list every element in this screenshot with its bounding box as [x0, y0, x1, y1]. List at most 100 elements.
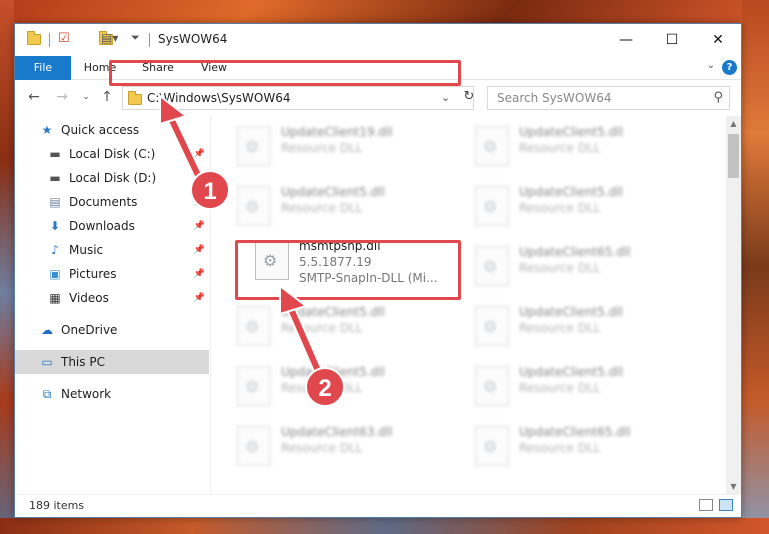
sidebar-item-label: Local Disk (D:) [69, 171, 157, 185]
navigation-bar: ← → ⌄ ↑ C:\Windows\SysWOW64 ⌄ ↻ Search S… [15, 81, 741, 115]
refresh-icon[interactable]: ↻ [461, 89, 477, 104]
sidebar-item-pictures[interactable]: ▣ Pictures 📌 [15, 262, 209, 286]
sidebar-item-videos[interactable]: ▦ Videos 📌 [15, 286, 209, 310]
drive-icon: ▬ [49, 171, 61, 185]
search-icon[interactable]: ⚲ [713, 90, 723, 105]
sidebar-item-network[interactable]: ⧉ Network [15, 382, 209, 406]
file-name: UpdateClient5.dll [281, 185, 385, 199]
search-placeholder: Search SysWOW64 [497, 91, 612, 105]
file-type: Resource DLL [519, 201, 601, 215]
file-type: Resource DLL [519, 261, 601, 275]
step-2-badge: 2 [305, 367, 345, 407]
item-count: 189 items [29, 499, 85, 512]
folder-icon [128, 91, 142, 105]
file-item[interactable]: UpdateClient5.dll Resource DLL [231, 180, 446, 232]
download-icon: ⬇ [49, 219, 61, 233]
dll-file-icon [237, 186, 271, 226]
pin-icon: 📌 [193, 293, 205, 303]
file-type: Resource DLL [281, 321, 363, 335]
file-item[interactable]: UpdateClient65.dll Resource DLL [469, 240, 684, 292]
file-name: UpdateClient5.dll [519, 365, 623, 379]
file-item[interactable]: UpdateClient5.dll Resource DLL [469, 360, 684, 412]
pin-icon: 📌 [193, 149, 205, 159]
file-item[interactable]: UpdateClient5.dll Resource DLL [469, 120, 684, 172]
drive-icon: ▬ [49, 147, 61, 161]
sidebar-item-local-disk-c[interactable]: ▬ Local Disk (C:) 📌 [15, 142, 209, 166]
chevron-down-icon[interactable]: ⌄ [441, 91, 450, 104]
scrollbar-thumb[interactable] [728, 134, 739, 178]
sidebar-item-label: Network [61, 387, 112, 401]
tab-file[interactable]: File [15, 56, 71, 80]
dll-file-icon [237, 306, 271, 346]
dll-file-icon [475, 366, 509, 406]
file-name: UpdateClient5.dll [519, 125, 623, 139]
dll-file-icon [237, 126, 271, 166]
file-type: Resource DLL [519, 441, 601, 455]
sidebar-item-this-pc[interactable]: ▭ This PC [15, 350, 209, 374]
sidebar-item-onedrive[interactable]: ☁ OneDrive [15, 318, 209, 342]
sidebar-item-label: Downloads [69, 219, 135, 233]
file-type: Resource DLL [281, 141, 363, 155]
file-item[interactable]: UpdateClient5.dll Resource DLL [469, 180, 684, 232]
details-view-icon[interactable] [699, 499, 713, 511]
document-icon: ▤ [49, 195, 61, 209]
maximize-button[interactable]: ☐ [649, 24, 695, 56]
file-name: UpdateClient5.dll [519, 185, 623, 199]
address-path[interactable]: C:\Windows\SysWOW64 [147, 91, 291, 105]
sidebar-item-downloads[interactable]: ⬇ Downloads 📌 [15, 214, 209, 238]
dll-file-icon [475, 126, 509, 166]
status-bar: 189 items [15, 494, 741, 517]
file-name: UpdateClient63.dll [281, 425, 393, 439]
file-item[interactable]: UpdateClient63.dll Resource DLL [231, 420, 446, 472]
scroll-up-icon[interactable]: ▲ [726, 116, 741, 131]
file-item[interactable]: UpdateClient65.dll Resource DLL [469, 420, 684, 472]
up-arrow-icon[interactable]: ↑ [98, 89, 116, 105]
properties-icon[interactable]: ☑ [58, 31, 70, 47]
window-title: SysWOW64 [158, 32, 228, 46]
sidebar-item-label: This PC [61, 355, 105, 369]
file-highlight [235, 240, 461, 300]
file-type: Resource DLL [519, 141, 601, 155]
large-icons-view-icon[interactable] [719, 499, 733, 511]
sidebar-item-label: Local Disk (C:) [69, 147, 156, 161]
help-icon[interactable]: ? [722, 60, 737, 75]
sidebar-item-music[interactable]: ♪ Music 📌 [15, 238, 209, 262]
dll-file-icon [475, 426, 509, 466]
customize-toolbar-icon[interactable]: ▤▾ [101, 31, 118, 47]
sidebar-item-label: Documents [69, 195, 138, 209]
file-item[interactable]: UpdateClient19.dll Resource DLL [231, 120, 446, 172]
navigation-pane: ★ Quick access ▬ Local Disk (C:) 📌 ▬ Loc… [15, 116, 210, 494]
expand-ribbon-icon[interactable]: ⌄ [707, 60, 715, 71]
vertical-scrollbar[interactable]: ▲ ▼ [726, 116, 741, 494]
back-arrow-icon[interactable]: ← [25, 89, 43, 105]
scroll-down-icon[interactable]: ▼ [726, 479, 741, 494]
file-item[interactable]: UpdateClient5.dll Resource DLL [469, 300, 684, 352]
close-button[interactable]: ✕ [695, 24, 741, 56]
sidebar-item-quick-access[interactable]: ★ Quick access [15, 118, 209, 142]
step-1-badge: 1 [190, 170, 230, 210]
file-list: UpdateClient19.dll Resource DLL UpdateCl… [211, 116, 726, 494]
pin-icon: 📌 [193, 221, 205, 231]
sidebar-item-label: Music [69, 243, 104, 257]
file-name: UpdateClient5.dll [519, 305, 623, 319]
address-bar[interactable]: C:\Windows\SysWOW64 ⌄ ↻ [122, 86, 474, 110]
pin-icon: 📌 [193, 245, 205, 255]
music-icon: ♪ [51, 243, 59, 257]
file-name: UpdateClient19.dll [281, 125, 393, 139]
sidebar-item-local-disk-d[interactable]: ▬ Local Disk (D:) [15, 166, 209, 190]
minimize-button[interactable]: — [603, 24, 649, 56]
forward-arrow-icon[interactable]: → [53, 89, 71, 105]
sidebar-item-label: Quick access [61, 123, 140, 137]
file-item[interactable]: UpdateClient5.dll Resource DLL [231, 300, 446, 352]
sidebar-item-documents[interactable]: ▤ Documents 📌 [15, 190, 209, 214]
recent-locations-icon[interactable]: ⌄ [77, 92, 95, 102]
sidebar-item-label: OneDrive [61, 323, 118, 337]
quick-access-dropdown-icon[interactable]: ⏷ [131, 31, 140, 47]
divider [49, 33, 50, 47]
dll-file-icon [475, 246, 509, 286]
dll-file-icon [237, 426, 271, 466]
search-input[interactable]: Search SysWOW64 ⚲ [487, 86, 730, 110]
dll-file-icon [237, 366, 271, 406]
file-type: Resource DLL [281, 441, 363, 455]
divider [149, 33, 150, 47]
